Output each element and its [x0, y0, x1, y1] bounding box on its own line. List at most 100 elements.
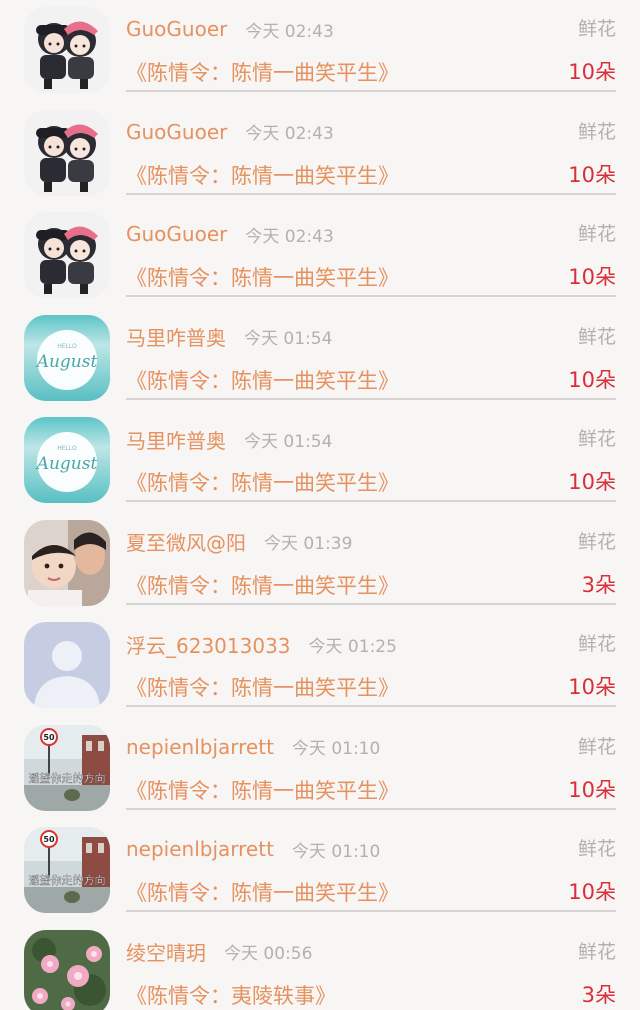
flowers-photo-avatar-image	[24, 929, 110, 1010]
username[interactable]: 浮云_623013033	[126, 630, 291, 659]
top-line: 马里咋普奥 今天 01:54 鲜花	[126, 424, 616, 454]
book-title[interactable]: 《陈情令：陈情一曲笑平生》	[126, 877, 399, 907]
gift-type-label: 鲜花	[577, 838, 616, 860]
book-title[interactable]: 《陈情令：陈情一曲笑平生》	[126, 57, 399, 87]
username[interactable]: 马里咋普奥	[126, 322, 226, 351]
gift-amount: 3朵	[581, 572, 616, 597]
gift-list-item[interactable]: GuoGuoer 今天 02:43 鲜花 《陈情令：陈情一曲笑平生》 10朵	[0, 103, 640, 206]
timestamp: 今天 02:43	[245, 21, 334, 42]
gift-list-item[interactable]: 50 遥望你走的方向 nepienlbjarrett 今天 01:10 鲜花 《…	[0, 718, 640, 821]
book-title[interactable]: 《陈情令：陈情一曲笑平生》	[126, 775, 399, 805]
timestamp: 今天 02:43	[245, 124, 334, 144]
top-line: GuoGuoer 今天 02:43 鲜花	[126, 14, 616, 44]
anime-couple-avatar-image	[24, 109, 110, 196]
book-title[interactable]: 《陈情令：陈情一曲笑平生》	[126, 467, 399, 497]
username[interactable]: GuoGuoer	[126, 222, 227, 246]
gift-list-item[interactable]: 浮云_623013033 今天 01:25 鲜花 《陈情令：陈情一曲笑平生》 1…	[0, 615, 640, 718]
avatar[interactable]: 50 遥望你走的方向	[24, 724, 110, 811]
username[interactable]: nepienlbjarrett	[126, 735, 274, 759]
gift-list-item[interactable]: HELLO August 马里咋普奥 今天 01:54 鲜花 《陈情令：陈情一曲…	[0, 308, 640, 411]
avatar[interactable]: HELLO August	[24, 314, 110, 401]
gift-info: 马里咋普奥 今天 01:54 鲜花 《陈情令：陈情一曲笑平生》 10朵	[126, 308, 616, 400]
svg-text:50: 50	[43, 733, 55, 742]
top-line: nepienlbjarrett 今天 01:10 鲜花	[126, 834, 616, 864]
top-line: 夏至微风@阳 今天 01:39 鲜花	[126, 527, 616, 557]
top-line: GuoGuoer 今天 02:43 鲜花	[126, 117, 616, 147]
timestamp: 今天 01:54	[244, 329, 333, 349]
gift-type-label: 鲜花	[577, 530, 616, 553]
gift-info: GuoGuoer 今天 02:43 鲜花 《陈情令：陈情一曲笑平生》 10朵	[126, 205, 616, 297]
avatar[interactable]	[24, 622, 110, 708]
avatar[interactable]	[24, 109, 110, 196]
gift-type-label: 鲜花	[577, 428, 616, 450]
gift-list-item[interactable]: GuoGuoer 今天 02:43 鲜花 《陈情令：陈情一曲笑平生》 10朵	[0, 205, 640, 308]
avatar[interactable]: HELLO August	[24, 417, 110, 503]
top-line: 浮云_623013033 今天 01:25 鲜花	[126, 629, 616, 659]
avatar[interactable]	[24, 212, 110, 298]
gift-amount: 10朵	[568, 367, 616, 392]
gift-list-item[interactable]: 绫空晴玥 今天 00:56 鲜花 《陈情令：夷陵轶事》 3朵	[0, 923, 640, 1010]
gift-type-label: 鲜花	[577, 940, 616, 963]
flower-gift-list: GuoGuoer 今天 02:43 鲜花 《陈情令：陈情一曲笑平生》 10朵 G…	[0, 0, 640, 1010]
book-title[interactable]: 《陈情令：陈情一曲笑平生》	[126, 570, 399, 600]
gift-amount: 10朵	[568, 470, 616, 494]
bottom-line: 《陈情令：陈情一曲笑平生》 3朵	[126, 570, 616, 600]
book-title[interactable]: 《陈情令：陈情一曲笑平生》	[126, 160, 399, 190]
top-line: nepienlbjarrett 今天 01:10 鲜花	[126, 732, 616, 762]
book-title[interactable]: 《陈情令：陈情一曲笑平生》	[126, 672, 399, 702]
svg-text:HELLO: HELLO	[57, 445, 77, 452]
username[interactable]: GuoGuoer	[126, 120, 227, 144]
gift-amount: 10朵	[568, 777, 616, 802]
avatar[interactable]: 50 遥望你走的方向	[24, 827, 110, 913]
bottom-line: 《陈情令：陈情一曲笑平生》 10朵	[126, 672, 616, 702]
svg-text:August: August	[35, 352, 98, 372]
street-photo-avatar-image: 50 遥望你走的方向	[24, 827, 110, 913]
timestamp: 今天 01:25	[308, 636, 397, 657]
gift-amount: 3朵	[581, 982, 616, 1007]
username[interactable]: 绫空晴玥	[126, 937, 206, 966]
street-photo-avatar-image: 50 遥望你走的方向	[24, 724, 110, 811]
gift-type-label: 鲜花	[577, 735, 616, 758]
timestamp: 今天 00:56	[224, 944, 313, 964]
gift-info: 绫空晴玥 今天 00:56 鲜花 《陈情令：夷陵轶事》 3朵	[126, 923, 616, 1010]
gift-list-item[interactable]: GuoGuoer 今天 02:43 鲜花 《陈情令：陈情一曲笑平生》 10朵	[0, 0, 640, 103]
top-line: GuoGuoer 今天 02:43 鲜花	[126, 219, 616, 249]
top-line: 绫空晴玥 今天 00:56 鲜花	[126, 937, 616, 967]
gift-info: GuoGuoer 今天 02:43 鲜花 《陈情令：陈情一曲笑平生》 10朵	[126, 0, 616, 92]
avatar[interactable]	[24, 7, 110, 93]
username[interactable]: GuoGuoer	[126, 17, 227, 41]
timestamp: 今天 02:43	[245, 226, 334, 247]
gift-list-item[interactable]: 50 遥望你走的方向 nepienlbjarrett 今天 01:10 鲜花 《…	[0, 820, 640, 923]
bottom-line: 《陈情令：陈情一曲笑平生》 10朵	[126, 57, 616, 87]
gift-amount: 10朵	[568, 265, 616, 289]
username[interactable]: nepienlbjarrett	[126, 837, 274, 861]
gift-info: 夏至微风@阳 今天 01:39 鲜花 《陈情令：陈情一曲笑平生》 3朵	[126, 513, 616, 605]
gift-type-label: 鲜花	[577, 633, 616, 655]
bottom-line: 《陈情令：陈情一曲笑平生》 10朵	[126, 262, 616, 292]
svg-text:HELLO: HELLO	[57, 343, 77, 350]
gift-list-item[interactable]: 夏至微风@阳 今天 01:39 鲜花 《陈情令：陈情一曲笑平生》 3朵	[0, 513, 640, 616]
gift-type-label: 鲜花	[577, 120, 616, 143]
book-title[interactable]: 《陈情令：陈情一曲笑平生》	[126, 365, 399, 395]
anime-couple-avatar-image	[24, 212, 110, 298]
bottom-line: 《陈情令：陈情一曲笑平生》 10朵	[126, 160, 616, 190]
top-line: 马里咋普奥 今天 01:54 鲜花	[126, 322, 616, 352]
username[interactable]: 马里咋普奥	[126, 425, 226, 454]
gift-info: nepienlbjarrett 今天 01:10 鲜花 《陈情令：陈情一曲笑平生…	[126, 820, 616, 912]
default-person-avatar-image	[24, 622, 110, 708]
gift-list-item[interactable]: HELLO August 马里咋普奥 今天 01:54 鲜花 《陈情令：陈情一曲…	[0, 410, 640, 513]
avatar[interactable]	[24, 519, 110, 606]
gift-amount: 10朵	[568, 675, 616, 699]
book-title[interactable]: 《陈情令：夷陵轶事》	[126, 980, 336, 1010]
svg-text:遥望你走的方向: 遥望你走的方向	[29, 771, 106, 785]
gift-amount: 10朵	[568, 880, 616, 904]
bottom-line: 《陈情令：陈情一曲笑平生》 10朵	[126, 365, 616, 395]
gift-type-label: 鲜花	[577, 325, 616, 348]
gift-amount: 10朵	[568, 162, 616, 187]
gift-info: 马里咋普奥 今天 01:54 鲜花 《陈情令：陈情一曲笑平生》 10朵	[126, 410, 616, 502]
svg-text:50: 50	[43, 835, 55, 844]
username[interactable]: 夏至微风@阳	[126, 527, 246, 556]
book-title[interactable]: 《陈情令：陈情一曲笑平生》	[126, 262, 399, 292]
gift-type-label: 鲜花	[577, 223, 616, 245]
avatar[interactable]	[24, 929, 110, 1010]
